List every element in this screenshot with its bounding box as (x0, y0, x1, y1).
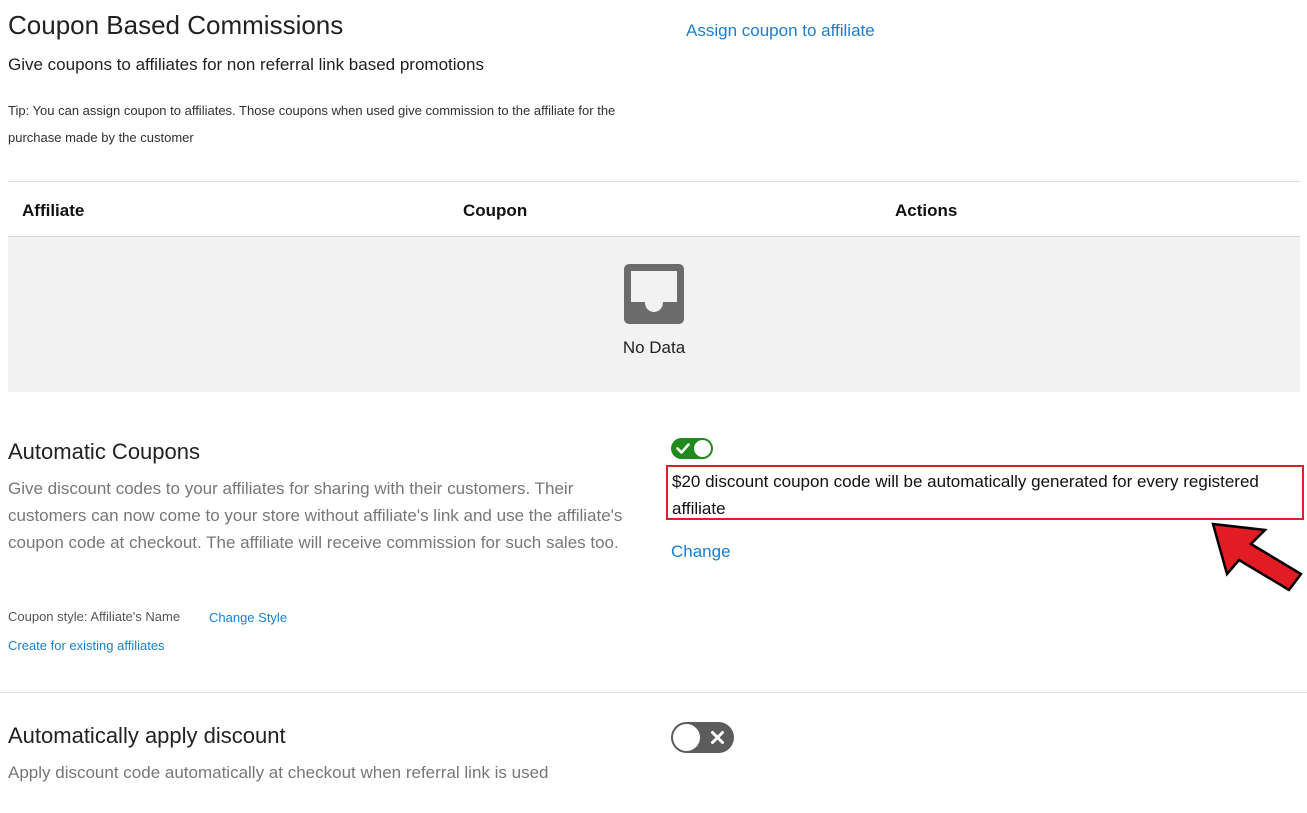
close-icon (711, 731, 724, 744)
column-header-coupon: Coupon (463, 201, 528, 220)
empty-inbox-icon (624, 264, 684, 324)
coupon-style-label: Coupon style: Affiliate's Name (8, 609, 181, 624)
column-header-affiliate: Affiliate (22, 201, 85, 220)
check-icon (676, 443, 690, 454)
column-header-actions: Actions (895, 201, 958, 220)
auto-apply-discount-description: Apply discount code automatically at che… (8, 763, 549, 782)
generated-coupon-highlight: $20 discount coupon code will be automat… (666, 465, 1304, 520)
auto-apply-discount-title: Automatically apply discount (8, 723, 286, 748)
automatic-coupons-title: Automatic Coupons (8, 439, 200, 464)
no-data-text: No Data (622, 338, 686, 357)
automatic-coupons-description: Give discount codes to your affiliates f… (8, 479, 623, 552)
automatic-coupons-toggle[interactable] (671, 438, 713, 459)
tip-text: Tip: You can assign coupon to affiliates… (8, 103, 616, 145)
auto-apply-discount-toggle[interactable] (671, 722, 734, 753)
create-for-existing-affiliates-link[interactable]: Create for existing affiliates (8, 637, 165, 655)
divider (8, 181, 1300, 182)
change-style-link[interactable]: Change Style (209, 609, 287, 627)
page-title: Coupon Based Commissions (8, 10, 344, 40)
divider (0, 692, 1307, 693)
table-empty-state: No Data (8, 236, 1300, 392)
assign-coupon-link[interactable]: Assign coupon to affiliate (686, 20, 875, 42)
toggle-knob (694, 440, 711, 457)
toggle-knob (673, 724, 700, 751)
change-link[interactable]: Change (671, 541, 731, 563)
page-subtitle: Give coupons to affiliates for non refer… (8, 55, 484, 74)
page: Coupon Based Commissions Give coupons to… (0, 0, 1307, 813)
generated-coupon-text: $20 discount coupon code will be automat… (672, 472, 1259, 518)
red-arrow-icon (1211, 522, 1303, 592)
